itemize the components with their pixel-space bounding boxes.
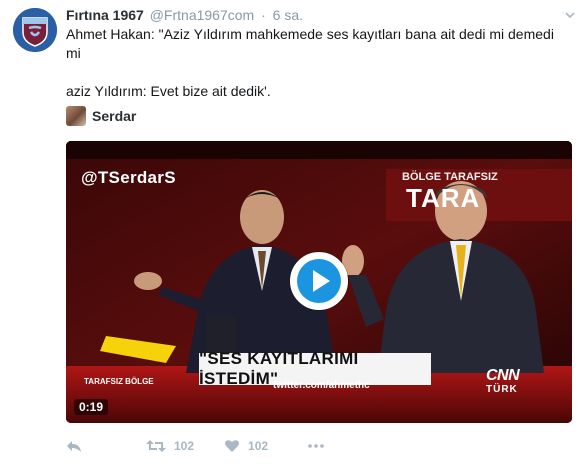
quoted-author-name: Serdar <box>92 108 137 124</box>
tweet-header: Fırtına 1967 @Frtna1967com · 6 sa. <box>66 7 303 25</box>
tv-banner-small: BÖLGE TARAFSIZ <box>402 171 498 183</box>
play-button[interactable] <box>290 252 348 310</box>
tweet-timestamp[interactable]: 6 sa. <box>273 7 303 23</box>
video-duration: 0:19 <box>74 399 109 415</box>
profile-avatar[interactable] <box>13 8 57 52</box>
quoted-author[interactable]: Serdar <box>66 106 136 126</box>
video-subline: twitter.com/ahmethc <box>273 380 370 391</box>
retweet-button[interactable]: 102 <box>146 439 194 453</box>
like-button[interactable]: 102 <box>224 439 268 453</box>
video-watermark: @TSerdarS <box>81 168 176 187</box>
tweet-text-line: Ahmet Hakan: "Aziz Yıldırım mahkemede se… <box>66 26 554 61</box>
quoted-author-avatar <box>66 106 86 126</box>
show-tag: TARAFSIZ BÖLGE <box>84 377 154 386</box>
video-player[interactable]: BÖLGE TARAFSIZ TARA @TSerdarS "SES KAYIT… <box>66 141 572 423</box>
play-icon <box>297 259 341 303</box>
channel-logo: CNN TÜRK <box>486 368 542 402</box>
heart-icon <box>225 440 240 452</box>
reply-icon <box>67 441 81 452</box>
reply-button[interactable] <box>66 439 82 453</box>
retweet-icon <box>146 440 166 452</box>
author-fullname[interactable]: Fırtına 1967 <box>66 7 144 23</box>
tweet-text: Ahmet Hakan: "Aziz Yıldırım mahkemede se… <box>66 25 571 101</box>
author-handle[interactable]: @Frtna1967com <box>150 7 254 23</box>
channel-logo-bottom: TÜRK <box>486 384 518 395</box>
tweet-actions: 102 102 <box>66 436 324 456</box>
more-button[interactable] <box>308 444 324 448</box>
like-count: 102 <box>248 439 269 453</box>
retweet-count: 102 <box>174 439 195 453</box>
tweet-text-line: aziz Yıldırım: Evet bize ait dedik'. <box>66 83 271 99</box>
more-dots-icon <box>308 444 324 448</box>
trabzonspor-crest-icon <box>13 8 57 52</box>
channel-logo-top: CNN <box>486 367 520 384</box>
separator-dot: · <box>261 7 266 23</box>
tweet: Fırtına 1967 @Frtna1967com · 6 sa. Ahmet… <box>0 0 585 464</box>
tv-banner-large: TARA <box>406 183 481 213</box>
chevron-down-icon[interactable] <box>563 8 577 22</box>
